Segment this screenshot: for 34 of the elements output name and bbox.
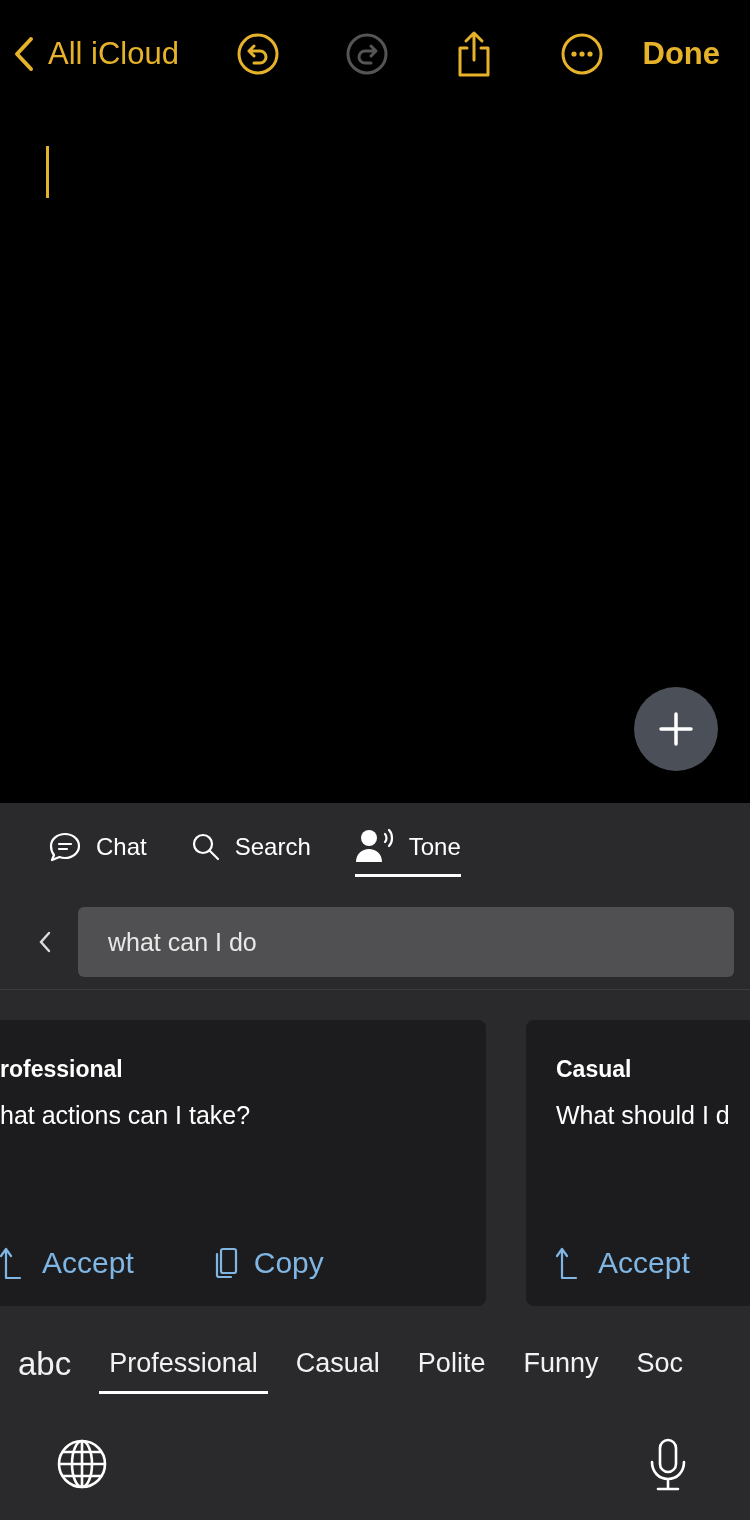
tone-option[interactable]: Funny — [513, 1344, 609, 1394]
search-icon — [190, 831, 221, 862]
query-field[interactable]: what can I do — [78, 907, 734, 977]
more-icon — [559, 32, 604, 76]
copy-icon — [213, 1247, 238, 1279]
tone-option[interactable]: abc — [8, 1344, 82, 1394]
tone-option[interactable]: Soc — [626, 1344, 693, 1394]
tab[interactable]: Chat — [48, 829, 147, 877]
copy-button[interactable]: Copy — [213, 1246, 324, 1280]
card-title: Casual — [556, 1056, 633, 1083]
accept-button[interactable]: Accept — [556, 1246, 690, 1280]
microphone-button[interactable] — [648, 1438, 688, 1492]
redo-icon — [345, 32, 389, 76]
undo-button[interactable] — [235, 32, 280, 76]
plus-icon — [659, 712, 693, 746]
card-title: rofessional — [0, 1056, 124, 1083]
done-button[interactable]: Done — [642, 36, 720, 72]
globe-icon — [56, 1438, 108, 1490]
tab[interactable]: Search — [190, 829, 311, 877]
back-button[interactable]: All iCloud — [10, 36, 183, 72]
chevron-left-icon — [38, 930, 52, 954]
accept-button[interactable]: Accept — [0, 1246, 134, 1280]
tone-option[interactable]: Professional — [99, 1344, 268, 1394]
microphone-icon — [648, 1438, 688, 1492]
undo-icon — [235, 32, 280, 76]
tab[interactable]: Tone — [354, 829, 461, 877]
back-button[interactable] — [38, 930, 52, 954]
tone-option[interactable]: Casual — [285, 1344, 390, 1394]
chat-bubble-icon — [48, 830, 82, 863]
chevron-left-icon — [14, 36, 34, 72]
card-text: hat actions can I take? — [0, 1101, 252, 1130]
card-text: What should I d — [556, 1101, 731, 1130]
more-button[interactable] — [559, 32, 604, 76]
tone-option[interactable]: Polite — [407, 1344, 496, 1394]
